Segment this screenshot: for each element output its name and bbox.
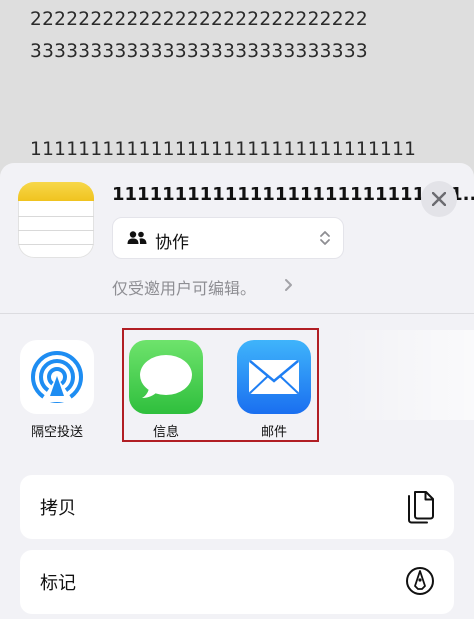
- airdrop-button[interactable]: [20, 340, 94, 414]
- up-down-chevron-icon: [320, 231, 330, 245]
- copy-label: 拷贝: [40, 498, 76, 519]
- close-button[interactable]: [421, 181, 457, 217]
- airdrop-icon: [31, 351, 83, 403]
- divider: [0, 313, 474, 314]
- copy-action-row[interactable]: 拷贝: [20, 475, 454, 539]
- markup-action-row[interactable]: 标记: [20, 550, 454, 614]
- airdrop-label: 隔空投送: [30, 425, 83, 440]
- close-icon: [432, 192, 446, 206]
- note-text-line: 11111111111111111111111111111111: [30, 139, 417, 160]
- collaboration-select[interactable]: 协作: [112, 217, 344, 259]
- note-text-line: 2222222222222222222222222222: [30, 9, 368, 30]
- chevron-right-icon: [285, 279, 292, 291]
- note-text-line: 3333333333333333333333333333: [30, 41, 368, 62]
- permission-text[interactable]: 仅受邀用户可编辑。: [112, 275, 256, 299]
- copy-icon: [408, 491, 434, 524]
- selection-highlight: [122, 328, 319, 442]
- partial-app-fade: [340, 330, 474, 420]
- collaboration-label: 协作: [155, 233, 189, 253]
- markup-label: 标记: [40, 573, 76, 594]
- people-icon: [127, 231, 147, 244]
- notes-app-icon: [18, 182, 94, 258]
- markup-icon: [406, 567, 434, 595]
- document-title: 1111111111111111111111111111...: [112, 184, 474, 205]
